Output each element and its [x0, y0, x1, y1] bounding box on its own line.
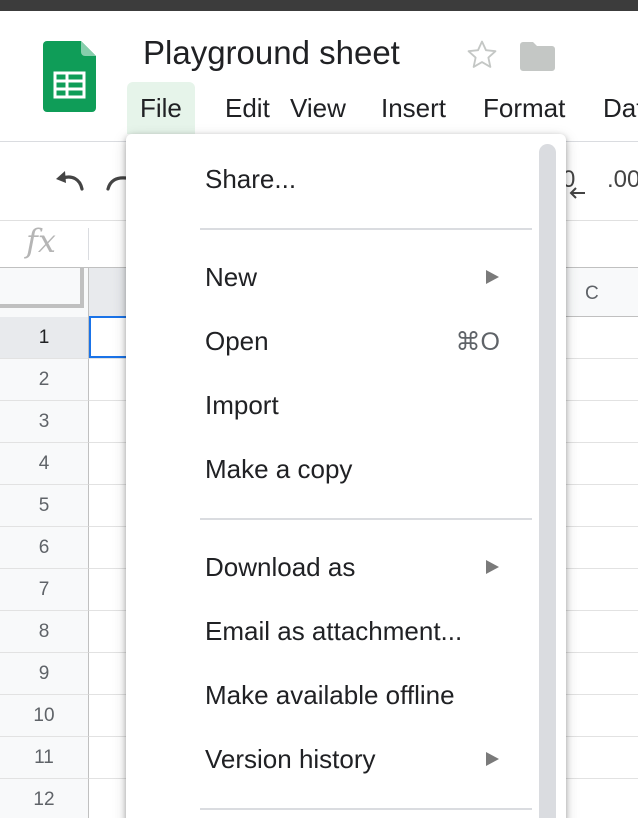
row-header[interactable]: 12 — [0, 779, 89, 818]
menu-separator — [200, 518, 532, 520]
menu-view[interactable]: View — [277, 82, 359, 134]
row-header[interactable]: 7 — [0, 569, 89, 611]
submenu-arrow-icon — [486, 270, 499, 284]
increase-decimal-label[interactable]: .00 — [607, 166, 638, 194]
row-header[interactable]: 6 — [0, 527, 89, 569]
menu-item-email-as-attachment[interactable]: Email as attachment... — [205, 616, 462, 647]
menu-scrollbar[interactable] — [539, 144, 556, 818]
menu-item-open[interactable]: Open — [205, 326, 269, 357]
row-header[interactable]: 1 — [0, 317, 89, 359]
formula-divider — [88, 228, 89, 260]
submenu-arrow-icon — [486, 560, 499, 574]
row-header[interactable]: 2 — [0, 359, 89, 401]
submenu-arrow-icon — [486, 752, 499, 766]
folder-icon[interactable] — [520, 42, 555, 71]
row-header[interactable]: 10 — [0, 695, 89, 737]
menu-item-download-as[interactable]: Download as — [205, 552, 355, 583]
menu-item-share[interactable]: Share... — [205, 164, 296, 195]
menu-file[interactable]: File — [127, 82, 195, 134]
row-header[interactable]: 4 — [0, 443, 89, 485]
shortcut-open: ⌘O — [455, 328, 500, 356]
menu-item-version-history[interactable]: Version history — [205, 744, 376, 775]
menu-insert[interactable]: Insert — [368, 82, 459, 134]
menu-item-make-a-copy[interactable]: Make a copy — [205, 454, 352, 485]
selected-cell-a1[interactable] — [89, 316, 129, 358]
fx-icon: fx — [26, 222, 56, 260]
sheets-logo-icon[interactable] — [43, 41, 96, 112]
star-icon[interactable] — [465, 38, 499, 72]
menu-format[interactable]: Format — [470, 82, 578, 134]
menu-separator — [200, 808, 532, 810]
menu-edit[interactable]: Edit — [212, 82, 283, 134]
row-header[interactable]: 11 — [0, 737, 89, 779]
column-header-c[interactable]: C — [585, 283, 599, 305]
row-header[interactable]: 9 — [0, 653, 89, 695]
menu-separator — [200, 228, 532, 230]
document-title[interactable]: Playground sheet — [143, 34, 400, 72]
freeze-handle[interactable] — [0, 268, 84, 308]
window-top-edge — [0, 0, 638, 11]
menu-data[interactable]: Dat — [590, 82, 638, 134]
row-header[interactable]: 5 — [0, 485, 89, 527]
arrow-left-icon — [569, 187, 585, 199]
menu-item-import[interactable]: Import — [205, 390, 279, 421]
undo-icon[interactable] — [52, 167, 88, 193]
menu-item-new[interactable]: New — [205, 262, 257, 293]
menu-item-make-available-offline[interactable]: Make available offline — [205, 680, 455, 711]
row-header[interactable]: 3 — [0, 401, 89, 443]
column-header-a[interactable] — [89, 268, 129, 317]
row-header[interactable]: 8 — [0, 611, 89, 653]
